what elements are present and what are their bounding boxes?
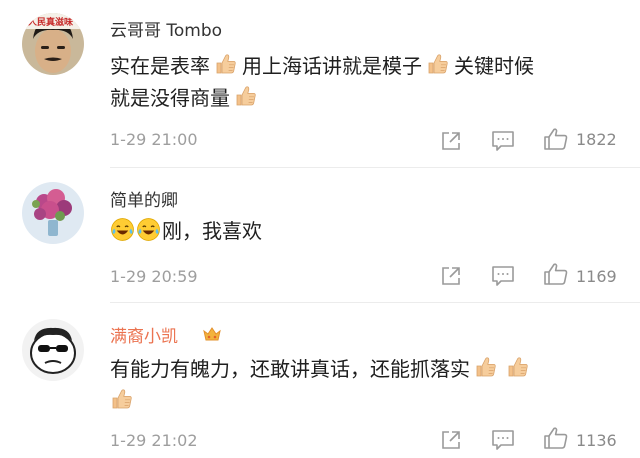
comment-text-part: 就是没得商量 [110, 86, 230, 110]
comment-2: 简单的卿 刚，我喜欢 1-29 20:59 1169 [0, 168, 640, 303]
laugh-cry-emoji [110, 217, 135, 242]
share-icon[interactable] [440, 130, 462, 152]
comment-text-part: 关键时候 [454, 54, 534, 78]
comment-3: 满裔小凯 有能力有魄力，还敢讲真话，还能抓落实 1-29 21:02 1136 [0, 303, 640, 458]
avatar[interactable] [22, 182, 84, 244]
like-count: 1822 [576, 130, 617, 149]
comment-text-part: 实在是表率 [110, 54, 210, 78]
thumbs-up-icon[interactable] [543, 127, 569, 151]
like-count: 1136 [576, 431, 617, 450]
vip-crown-badge-icon [203, 327, 221, 341]
avatar[interactable] [22, 319, 84, 381]
thumbs-up-emoji [506, 355, 530, 379]
avatar[interactable]: 人民真滋味 [22, 13, 84, 75]
comment-text: 实在是表率 用上海话讲就是模子 关键时候 就是没得商量 [110, 50, 630, 114]
share-icon[interactable] [440, 265, 462, 287]
comment-text: 刚，我喜欢 [110, 215, 630, 247]
username[interactable]: 云哥哥 Tombo [110, 16, 222, 41]
comment-icon[interactable] [491, 130, 515, 152]
comment-1: 人民真滋味 云哥哥 Tombo 实在是表率 用上海话讲就是模子 关键时候 就是没得商… [0, 0, 640, 172]
thumbs-up-emoji [474, 355, 498, 379]
comment-text-part: 刚，我喜欢 [162, 219, 262, 243]
timestamp: 1-29 20:59 [110, 267, 198, 286]
username[interactable]: 简单的卿 [110, 186, 178, 211]
thumbs-up-icon[interactable] [543, 426, 569, 450]
comment-text: 有能力有魄力，还敢讲真话，还能抓落实 [110, 353, 630, 417]
timestamp: 1-29 21:00 [110, 130, 198, 149]
avatar-image-2 [22, 182, 84, 244]
thumbs-up-emoji [110, 387, 134, 411]
avatar-badge-text: 人民真滋味 [28, 18, 74, 28]
laugh-cry-emoji [136, 217, 161, 242]
thumbs-up-emoji [426, 52, 450, 76]
comment-icon[interactable] [491, 429, 515, 451]
comment-icon[interactable] [491, 265, 515, 287]
comment-text-part: 有能力有魄力，还敢讲真话，还能抓落实 [110, 357, 470, 381]
thumbs-up-emoji [214, 52, 238, 76]
timestamp: 1-29 21:02 [110, 431, 198, 450]
username[interactable]: 满裔小凯 [110, 322, 178, 347]
like-count: 1169 [576, 267, 617, 286]
thumbs-up-icon[interactable] [543, 262, 569, 286]
share-icon[interactable] [440, 429, 462, 451]
thumbs-up-emoji [234, 84, 258, 108]
avatar-image-3 [22, 319, 84, 381]
comment-text-part: 用上海话讲就是模子 [242, 54, 422, 78]
